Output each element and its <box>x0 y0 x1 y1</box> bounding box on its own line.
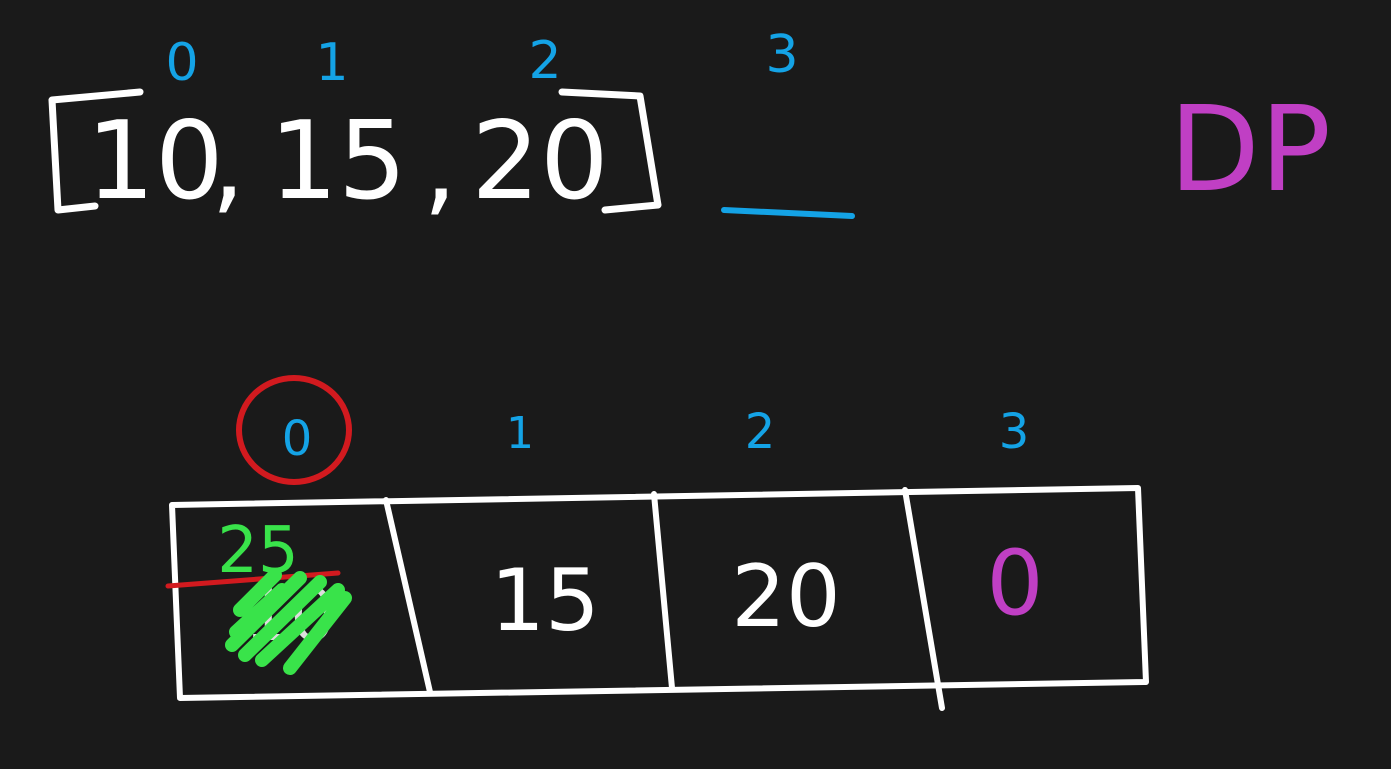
table-index-1: 1 <box>506 408 534 459</box>
table-cell-1: 15 <box>490 551 599 651</box>
array-blank-slot <box>721 207 855 219</box>
dp-table: 0 1 2 3 25 10 15 20 0 <box>165 375 1149 711</box>
table-index-2: 2 <box>745 404 776 460</box>
array-index-1: 1 <box>315 33 348 93</box>
input-array: 0 1 2 3 10 , 15 , 20 <box>48 25 855 228</box>
whiteboard-canvas: 0 1 2 3 10 , 15 , 20 DP 0 1 2 3 25 10 15… <box>48 25 1331 711</box>
cell-divider-1 <box>383 497 433 695</box>
array-separator-1: , <box>423 103 457 228</box>
cell-divider-2 <box>651 491 675 691</box>
array-value-0: 10 <box>86 99 223 224</box>
array-value-2: 20 <box>471 99 608 224</box>
cell-divider-3 <box>902 487 945 711</box>
table-cell-3: 0 <box>986 531 1043 636</box>
array-index-3: 3 <box>765 25 798 85</box>
array-value-1: 15 <box>269 99 406 224</box>
table-cell-2: 20 <box>731 547 840 647</box>
array-separator-0: , <box>211 101 245 226</box>
array-index-2: 2 <box>528 31 561 91</box>
table-index-3: 3 <box>999 404 1030 460</box>
array-index-0: 0 <box>165 33 198 93</box>
dp-label: DP <box>1169 80 1331 218</box>
table-index-0: 0 <box>282 411 313 467</box>
table-cell-0: 25 10 <box>165 514 352 675</box>
